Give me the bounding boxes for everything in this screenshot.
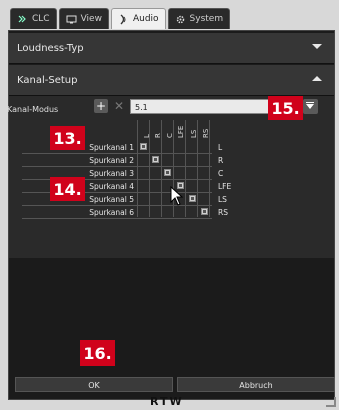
settings-window: CLC View Audio System Loudness-Typ Kanal… — [0, 0, 339, 410]
routing-cell[interactable] — [189, 195, 196, 202]
tab-label: View — [80, 14, 102, 24]
audio-icon — [120, 13, 126, 24]
resize-grip-icon[interactable] — [326, 397, 336, 407]
grid-line — [22, 166, 212, 167]
chevron-down-icon — [306, 104, 314, 109]
routing-cell[interactable] — [140, 143, 147, 150]
callout-15: 15. — [268, 96, 303, 120]
section-kanal-setup[interactable]: Kanal-Setup — [9, 65, 334, 96]
grid-line — [22, 218, 212, 219]
tab-label: Audio — [132, 14, 159, 24]
clc-icon — [18, 15, 26, 22]
column-header: LFE — [177, 125, 185, 138]
routing-cell[interactable] — [201, 208, 208, 215]
tab-bar: CLC View Audio System — [10, 8, 231, 30]
grid-line — [209, 120, 210, 217]
monitor-icon — [66, 15, 77, 23]
tab-clc[interactable]: CLC — [10, 8, 57, 29]
grid-line — [197, 120, 198, 217]
kanal-modus-dropdown-button[interactable] — [303, 99, 318, 114]
gear-icon — [176, 15, 184, 23]
chevron-up-icon[interactable] — [312, 76, 322, 81]
tab-label: System — [189, 14, 224, 24]
remove-icon[interactable]: ✕ — [112, 99, 126, 113]
output-label: C — [218, 169, 224, 178]
rtw-logo: RTW — [150, 395, 184, 408]
grid-line — [149, 120, 150, 217]
output-label: LS — [218, 195, 227, 204]
tab-system[interactable]: System — [167, 8, 231, 29]
grid-line — [137, 120, 138, 217]
grid-line — [161, 120, 162, 217]
output-label: RS — [218, 208, 228, 217]
cancel-button[interactable]: Abbruch — [177, 377, 335, 392]
output-label: L — [218, 143, 223, 152]
grid-line — [185, 120, 186, 217]
routing-cell[interactable] — [152, 156, 159, 163]
kanal-modus-label: Kanal-Modus — [7, 105, 59, 114]
add-icon[interactable]: + — [94, 99, 108, 113]
output-label: R — [218, 156, 224, 165]
tab-view[interactable]: View — [58, 8, 109, 29]
section-title: Loudness-Typ — [17, 42, 84, 54]
grid-line — [22, 153, 212, 154]
menu-line-icon — [306, 102, 314, 103]
input-channel-label: Spurkanal 6 — [89, 208, 134, 217]
ok-button[interactable]: OK — [15, 377, 173, 392]
tab-label: CLC — [32, 14, 50, 24]
section-loudness-typ[interactable]: Loudness-Typ — [9, 33, 334, 64]
routing-cell[interactable] — [164, 169, 171, 176]
callout-16: 16. — [80, 340, 115, 366]
input-channel-label: Spurkanal 2 — [89, 156, 134, 165]
output-label: LFE — [218, 182, 232, 191]
chevron-down-icon[interactable] — [312, 44, 322, 49]
mouse-cursor-icon — [170, 186, 184, 206]
tab-audio[interactable]: Audio — [110, 8, 166, 29]
callout-14: 14. — [50, 177, 85, 201]
callout-13: 13. — [50, 126, 85, 150]
section-title: Kanal-Setup — [17, 74, 78, 86]
